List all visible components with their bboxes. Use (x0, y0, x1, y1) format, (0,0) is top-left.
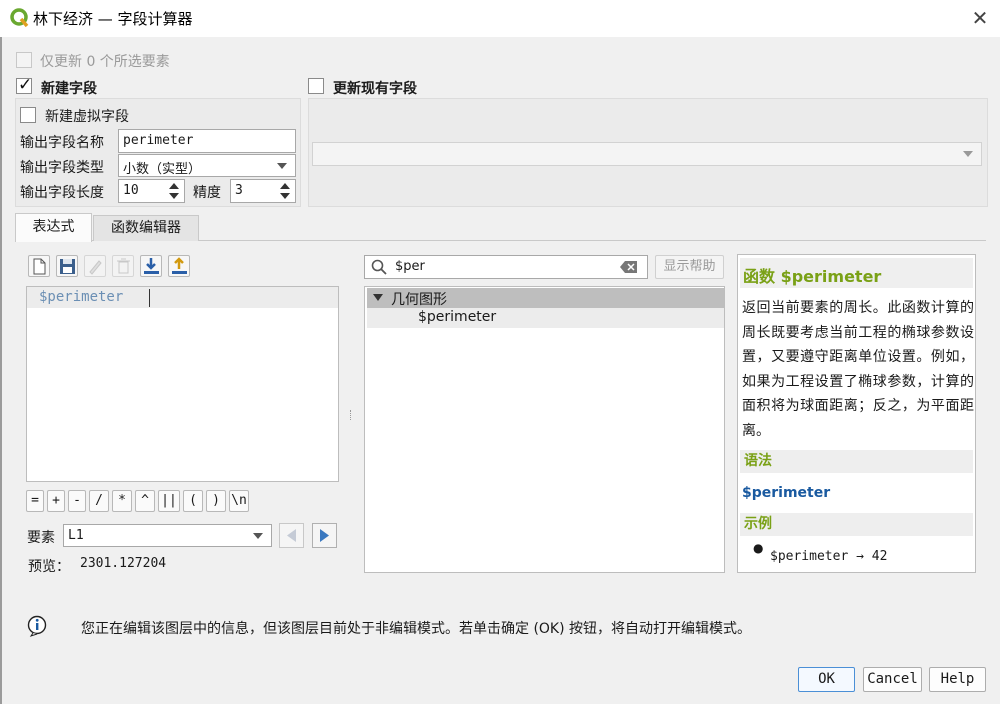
output-field-type-label: 输出字段类型 (20, 160, 104, 176)
text-cursor (149, 289, 150, 307)
operator-button[interactable]: ( (183, 490, 203, 512)
tab-expression[interactable]: 表达式 (15, 213, 92, 242)
help-title-function: $perimeter (780, 267, 882, 286)
splitter-handle[interactable] (350, 410, 353, 420)
import-icon[interactable] (140, 255, 162, 277)
previous-feature-button[interactable] (279, 523, 304, 548)
update-existing-label: 更新现有字段 (333, 81, 417, 97)
edit-icon[interactable] (84, 255, 106, 277)
cancel-button[interactable]: Cancel (863, 667, 922, 692)
output-field-length-spinbox[interactable]: 10 (118, 179, 185, 203)
operator-button[interactable]: / (89, 490, 109, 512)
show-help-button[interactable]: 显示帮助 (655, 255, 724, 279)
help-title-prefix: 函数 (743, 267, 776, 286)
feature-label: 要素 (27, 530, 55, 546)
operator-button[interactable]: - (68, 490, 86, 512)
precision-label: 精度 (193, 185, 221, 201)
function-search-input[interactable]: $per (364, 255, 648, 279)
operator-button[interactable]: * (112, 490, 132, 512)
tree-item-label: $perimeter (418, 309, 497, 325)
export-icon[interactable] (168, 255, 190, 277)
spin-down-icon[interactable] (169, 193, 179, 199)
example-text: $perimeter → 42 (770, 549, 888, 564)
title-bar: 林下经济 — 字段计算器 ✕ (0, 0, 1000, 37)
virtual-field-checkbox[interactable] (20, 107, 36, 123)
help-title: 函数 $perimeter (743, 263, 881, 287)
ok-button[interactable]: OK (798, 667, 855, 692)
only-update-selected-checkbox[interactable] (16, 52, 32, 68)
delete-icon[interactable] (112, 255, 134, 277)
preview-value: 2301.127204 (80, 556, 167, 571)
only-update-selected-label: 仅更新 0 个所选要素 (40, 54, 170, 70)
help-panel: 函数 $perimeter 返回当前要素的周长。此函数计算的周长既要考虑当前工程… (737, 254, 976, 573)
spin-up-icon[interactable] (280, 183, 290, 189)
feature-value: L1 (68, 528, 84, 543)
spin-down-icon[interactable] (280, 193, 290, 199)
search-value: $per (395, 259, 425, 274)
bullet-icon: ● (753, 541, 764, 555)
search-icon (371, 259, 387, 275)
operator-button[interactable]: + (47, 490, 65, 512)
chevron-down-icon (277, 163, 287, 169)
expression-text: $perimeter (39, 289, 124, 305)
output-field-length-label: 输出字段长度 (20, 185, 104, 201)
preview-label: 预览： (28, 559, 70, 575)
new-field-label: 新建字段 (41, 81, 97, 97)
expand-arrow-icon[interactable] (373, 294, 383, 301)
tab-function-editor[interactable]: 函数编辑器 (93, 215, 199, 241)
function-tree[interactable]: 几何图形 $perimeter (364, 286, 725, 573)
spin-up-icon[interactable] (169, 183, 179, 189)
operator-bar: = + - / * ^ ||() \n (26, 490, 256, 512)
expression-editor[interactable]: $perimeter (26, 286, 339, 482)
operator-button[interactable]: ) (206, 490, 226, 512)
help-description: 返回当前要素的周长。此函数计算的周长既要考虑当前工程的椭球参数设置，又要遵守距离… (742, 300, 974, 439)
output-field-name-label: 输出字段名称 (20, 135, 104, 151)
output-field-name-input[interactable]: perimeter (118, 129, 296, 153)
tree-group-label: 几何图形 (391, 292, 447, 308)
output-field-type-select[interactable]: 小数（实型） (118, 154, 296, 177)
chevron-down-icon (963, 151, 973, 157)
clear-search-icon[interactable] (620, 260, 638, 274)
operator-button[interactable]: \n (229, 490, 249, 512)
output-field-length-value: 10 (123, 183, 139, 198)
precision-spinbox[interactable]: 3 (230, 179, 296, 203)
triangle-right-icon (320, 529, 329, 542)
next-feature-button[interactable] (312, 523, 337, 548)
examples-heading: 示例 (740, 513, 973, 536)
syntax-text: $perimeter (742, 485, 831, 501)
new-file-icon[interactable] (28, 255, 50, 277)
operator-button[interactable]: = (26, 490, 44, 512)
qgis-logo-icon (10, 8, 29, 28)
info-icon (27, 615, 47, 637)
left-edge (0, 37, 2, 704)
operator-button[interactable]: || (158, 490, 180, 512)
output-field-type-value: 小数（实型） (123, 162, 202, 177)
chevron-down-icon (253, 533, 263, 539)
window-title: 林下经济 — 字段计算器 (33, 10, 193, 28)
info-message: 您正在编辑该图层中的信息，但该图层目前处于非编辑模式。若单击确定 (OK) 按钮… (81, 621, 752, 637)
new-field-checkbox[interactable] (16, 75, 32, 95)
syntax-heading: 语法 (740, 450, 973, 473)
operator-button[interactable]: ^ (135, 490, 155, 512)
update-existing-checkbox[interactable] (308, 78, 324, 94)
existing-field-select[interactable] (312, 142, 982, 166)
triangle-left-icon (287, 529, 296, 542)
help-button[interactable]: Help (929, 667, 986, 692)
feature-select[interactable]: L1 (63, 524, 272, 547)
save-icon[interactable] (56, 255, 78, 277)
close-button[interactable]: ✕ (966, 5, 994, 31)
precision-value: 3 (235, 183, 243, 198)
virtual-field-label: 新建虚拟字段 (45, 109, 129, 125)
